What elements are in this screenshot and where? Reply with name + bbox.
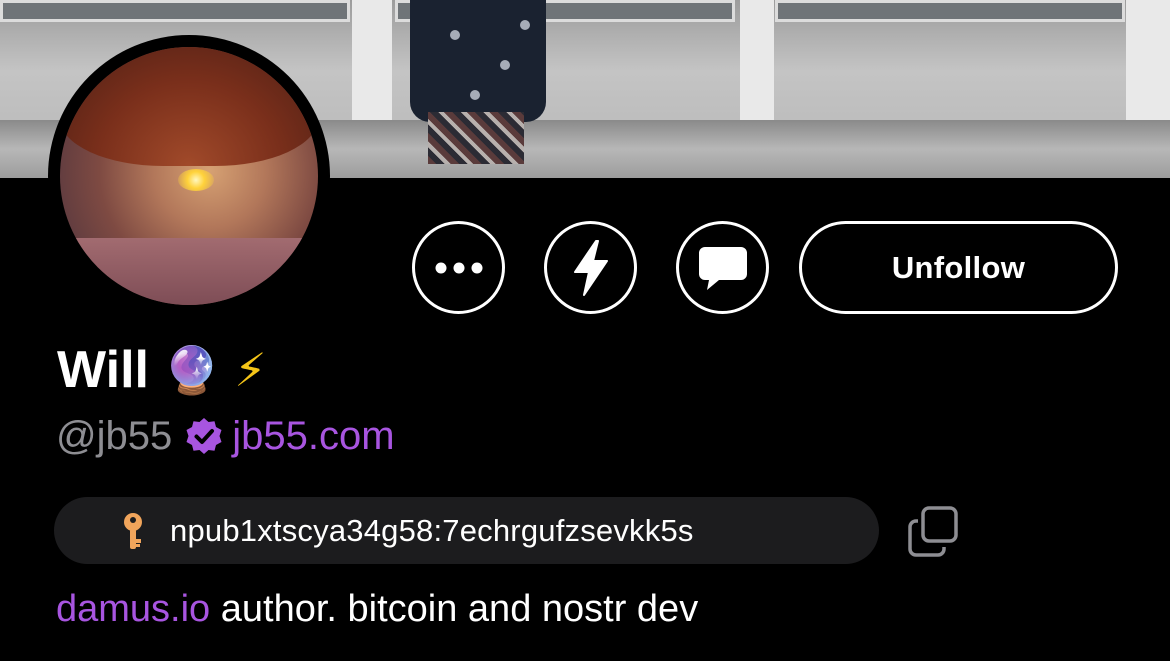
nip05-link[interactable]: jb55.com xyxy=(232,414,394,459)
unfollow-button[interactable]: Unfollow xyxy=(799,221,1118,314)
copy-icon xyxy=(908,506,958,557)
avatar-hair xyxy=(60,47,318,166)
direct-message-button[interactable] xyxy=(676,221,769,314)
banner-person xyxy=(410,0,546,122)
crystal-ball-emoji: 🔮 xyxy=(162,343,221,397)
avatar-eye-glow xyxy=(178,169,214,191)
banner-pattern xyxy=(500,60,510,70)
copy-key-button[interactable] xyxy=(906,505,960,559)
avatar-shirt xyxy=(60,237,318,305)
banner-pattern xyxy=(470,90,480,100)
zap-button[interactable] xyxy=(544,221,637,314)
public-key-pill[interactable]: npub1xtscya34g58:7echrgufzsevkk5s xyxy=(54,497,879,564)
banner-pattern xyxy=(520,20,530,30)
display-name-row: Will 🔮 ⚡ xyxy=(57,338,267,402)
banner-person-shorts xyxy=(428,112,524,164)
lightning-icon xyxy=(573,239,608,296)
avatar-photo xyxy=(60,47,318,305)
handle-row: @jb55 jb55.com xyxy=(56,410,395,462)
banner-window xyxy=(0,0,350,22)
about-link[interactable]: damus.io xyxy=(56,588,210,630)
npub-text: npub1xtscya34g58:7echrgufzsevkk5s xyxy=(170,512,694,548)
key-icon xyxy=(124,513,142,549)
verified-badge-icon xyxy=(186,418,222,454)
message-bubble-icon xyxy=(698,246,747,290)
about-description: author. bitcoin and nostr dev xyxy=(210,588,699,630)
ellipsis-icon xyxy=(435,262,482,273)
about-text: damus.io author. bitcoin and nostr dev xyxy=(56,588,698,631)
banner-window xyxy=(775,0,1125,22)
banner-pattern xyxy=(450,30,460,40)
display-name: Will xyxy=(57,341,149,399)
username-handle: @jb55 xyxy=(56,413,173,458)
lightning-emoji: ⚡ xyxy=(234,343,267,397)
avatar[interactable] xyxy=(48,35,330,317)
more-options-button[interactable] xyxy=(412,221,505,314)
